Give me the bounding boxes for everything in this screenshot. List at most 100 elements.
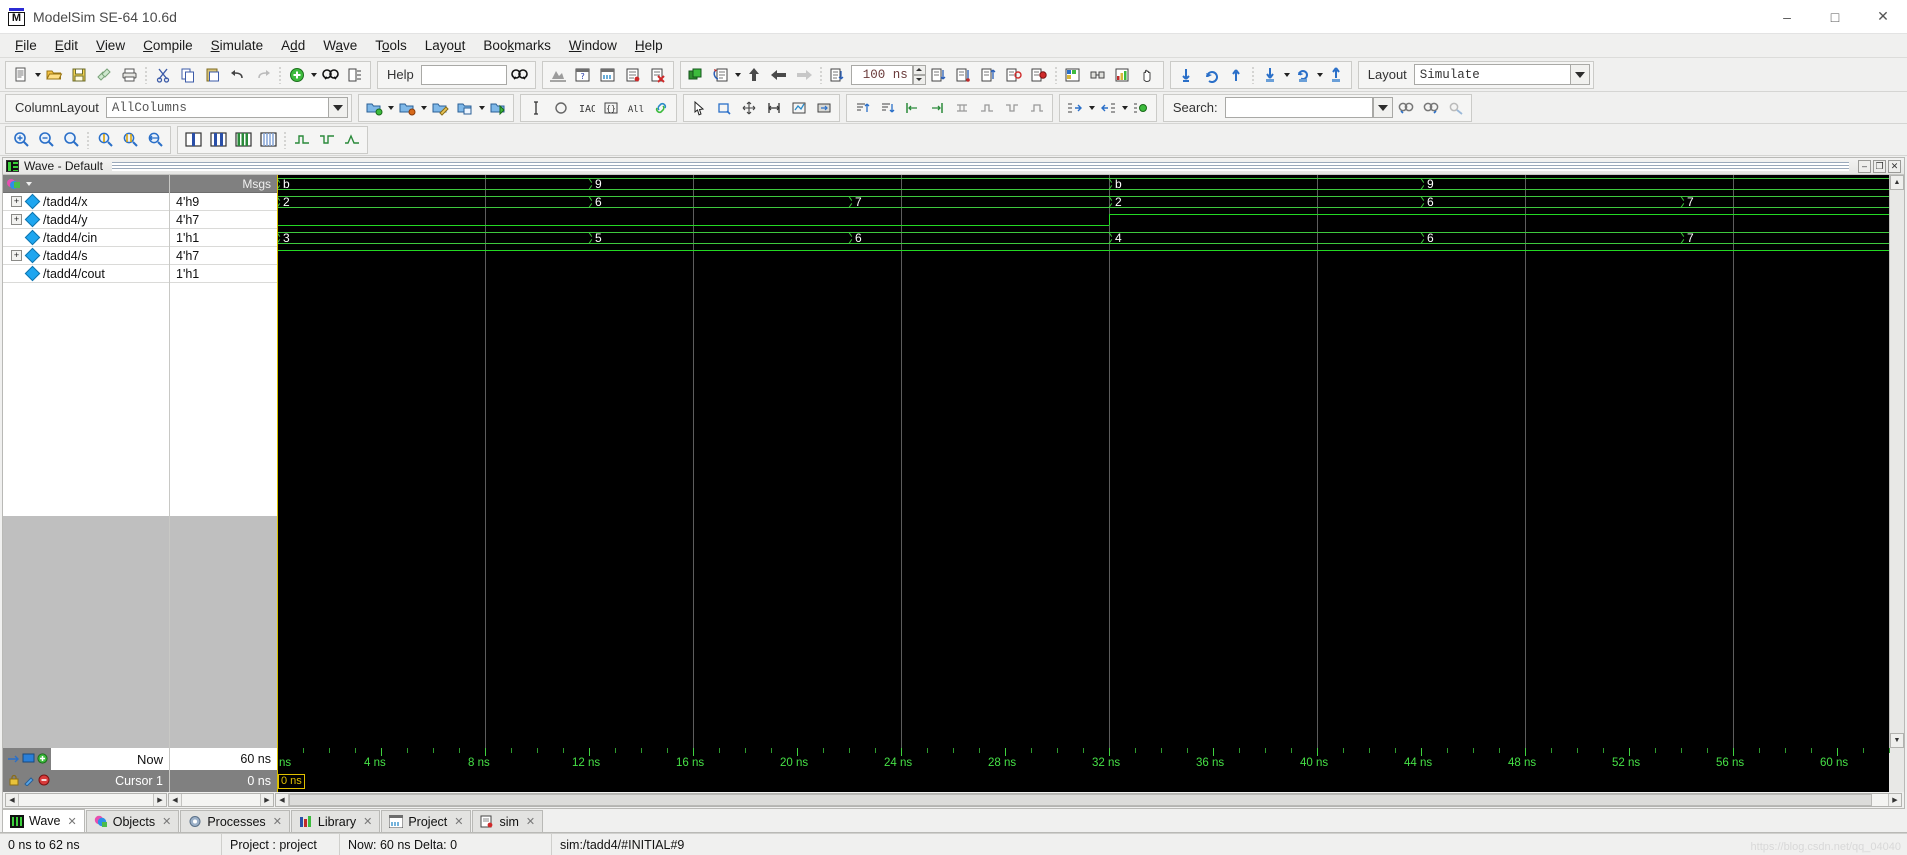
names-hscroll-right-icon[interactable]: ▶ bbox=[153, 794, 166, 806]
columnlayout-value[interactable]: AllColumns bbox=[105, 97, 328, 118]
measure-icon[interactable] bbox=[762, 96, 786, 120]
cursor-time-badge[interactable]: 0 ns bbox=[278, 774, 305, 789]
edit-mode-icon[interactable] bbox=[787, 96, 811, 120]
collapse-all-dropdown-icon[interactable] bbox=[1121, 105, 1128, 110]
waveform-hscroll-thumb[interactable] bbox=[289, 794, 1872, 806]
text-cursor-icon[interactable] bbox=[524, 96, 548, 120]
step-icon[interactable] bbox=[826, 63, 850, 87]
time-ruler[interactable]: ns 4 ns 8 ns 12 ns 16 ns 20 ns 24 ns 28 ns 32 ns… bbox=[277, 748, 1890, 792]
step-into-icon[interactable] bbox=[952, 63, 976, 87]
menu-bookmarks[interactable]: Bookmarks bbox=[474, 36, 560, 55]
find-icon[interactable] bbox=[318, 63, 342, 87]
paste-icon[interactable] bbox=[201, 63, 225, 87]
properties-icon[interactable] bbox=[343, 63, 367, 87]
layout-value[interactable]: Simulate bbox=[1413, 64, 1570, 85]
waveform-hscrollbar[interactable]: ◀ ▶ bbox=[275, 793, 1902, 807]
down-all-dropdown-icon[interactable] bbox=[1283, 72, 1290, 77]
wave-stretch-icon[interactable] bbox=[1025, 96, 1049, 120]
save-icon[interactable] bbox=[67, 63, 91, 87]
new-file-icon[interactable] bbox=[9, 63, 33, 87]
view-columns-icon[interactable] bbox=[231, 128, 255, 152]
zoom-in-icon[interactable] bbox=[9, 128, 33, 152]
pan-mode-icon[interactable] bbox=[737, 96, 761, 120]
continue-run-icon[interactable] bbox=[742, 63, 766, 87]
wave-minimize-button[interactable]: – bbox=[1858, 159, 1871, 173]
expand-all-icon[interactable] bbox=[1063, 96, 1087, 120]
tab-close-icon[interactable]: ✕ bbox=[68, 815, 77, 828]
up-all-icon[interactable] bbox=[1324, 63, 1348, 87]
menu-wave[interactable]: Wave bbox=[314, 36, 366, 55]
search-input[interactable] bbox=[1224, 97, 1373, 118]
copy-icon[interactable] bbox=[176, 63, 200, 87]
undo-icon[interactable] bbox=[226, 63, 250, 87]
reload-all-dropdown-icon[interactable] bbox=[1316, 72, 1323, 77]
compile-order-icon[interactable] bbox=[596, 63, 620, 87]
run-icon[interactable] bbox=[709, 63, 733, 87]
up-icon[interactable] bbox=[1224, 63, 1248, 87]
values-hscrollbar[interactable]: ◀ ▶ bbox=[168, 793, 274, 807]
tab-wave[interactable]: Wave ✕ bbox=[2, 809, 85, 832]
values-hscroll-left-icon[interactable]: ◀ bbox=[169, 794, 182, 806]
simulate-icon[interactable] bbox=[621, 63, 645, 87]
now-add-cursor-icon[interactable] bbox=[37, 752, 48, 767]
close-button[interactable]: ✕ bbox=[1859, 0, 1907, 33]
cursor-lock-icon[interactable] bbox=[8, 774, 20, 789]
redo-icon[interactable] bbox=[251, 63, 275, 87]
run-length-up-icon[interactable] bbox=[912, 64, 926, 75]
cut-icon[interactable] bbox=[151, 63, 175, 87]
save-dataset-icon[interactable] bbox=[453, 96, 477, 120]
tab-processes[interactable]: Processes ✕ bbox=[180, 810, 290, 832]
save-dataset-dropdown-icon[interactable] bbox=[478, 105, 485, 110]
expand-signal-icon[interactable]: + bbox=[11, 214, 22, 225]
now-monitor-icon[interactable] bbox=[22, 752, 35, 767]
menu-simulate[interactable]: Simulate bbox=[202, 36, 273, 55]
close-dataset-dropdown-icon[interactable] bbox=[420, 105, 427, 110]
memory-icon[interactable] bbox=[1061, 63, 1085, 87]
reload-waves-icon[interactable] bbox=[1199, 63, 1223, 87]
columnlayout-combo[interactable]: AllColumns bbox=[105, 97, 348, 118]
signal-row[interactable]: +/tadd4/cin bbox=[3, 229, 169, 247]
zoom-mode-icon[interactable] bbox=[712, 96, 736, 120]
tab-close-icon[interactable]: ✕ bbox=[273, 815, 282, 828]
collapse-all-icon[interactable] bbox=[1096, 96, 1120, 120]
find-clear-icon[interactable] bbox=[1444, 96, 1468, 120]
menu-layout[interactable]: Layout bbox=[416, 36, 475, 55]
wave-window-grip[interactable] bbox=[111, 161, 1849, 171]
breakpoint-icon[interactable] bbox=[1027, 63, 1051, 87]
values-hscroll-track[interactable] bbox=[182, 794, 260, 806]
add-dropdown-icon[interactable] bbox=[311, 72, 317, 77]
view-grid-icon[interactable] bbox=[256, 128, 280, 152]
zoom-out-icon[interactable] bbox=[34, 128, 58, 152]
print-icon[interactable] bbox=[117, 63, 141, 87]
search-dropdown-icon[interactable] bbox=[1372, 97, 1393, 118]
zoom-full-icon[interactable] bbox=[59, 128, 83, 152]
waveform-scroll-up-icon[interactable]: ▲ bbox=[1890, 175, 1904, 190]
find-next-icon[interactable] bbox=[1419, 96, 1443, 120]
waveform-hscroll-track[interactable] bbox=[289, 794, 1888, 806]
waveform-scroll-down-icon[interactable]: ▼ bbox=[1890, 733, 1904, 748]
align-right-icon[interactable] bbox=[925, 96, 949, 120]
values-hscroll-right-icon[interactable]: ▶ bbox=[260, 794, 273, 806]
names-hscroll-left-icon[interactable]: ◀ bbox=[6, 794, 19, 806]
menu-view[interactable]: View bbox=[87, 36, 134, 55]
circle-icon[interactable] bbox=[549, 96, 573, 120]
coverage-icon[interactable] bbox=[1111, 63, 1135, 87]
signal-row[interactable]: + /tadd4/x bbox=[3, 193, 169, 211]
tab-sim[interactable]: sim ✕ bbox=[472, 810, 544, 832]
break-icon[interactable] bbox=[792, 63, 816, 87]
zoom-last-icon[interactable] bbox=[143, 128, 167, 152]
restart-icon[interactable] bbox=[684, 63, 708, 87]
end-simulation-icon[interactable] bbox=[646, 63, 670, 87]
wave-insert-icon[interactable] bbox=[1000, 96, 1024, 120]
new-file-dropdown-icon[interactable] bbox=[35, 72, 41, 77]
names-hscrollbar[interactable]: ◀ ▶ bbox=[5, 793, 167, 807]
hand-icon[interactable] bbox=[1136, 63, 1160, 87]
select-mode-icon[interactable] bbox=[687, 96, 711, 120]
expand-all-dropdown-icon[interactable] bbox=[1088, 105, 1095, 110]
menu-edit[interactable]: Edit bbox=[46, 36, 87, 55]
wave-mode-2-icon[interactable] bbox=[315, 128, 339, 152]
cursor-delete-icon[interactable] bbox=[38, 774, 50, 789]
compile-icon[interactable] bbox=[546, 63, 570, 87]
waveform-hscroll-left-icon[interactable]: ◀ bbox=[276, 794, 289, 806]
columnlayout-dropdown-icon[interactable] bbox=[327, 97, 348, 118]
